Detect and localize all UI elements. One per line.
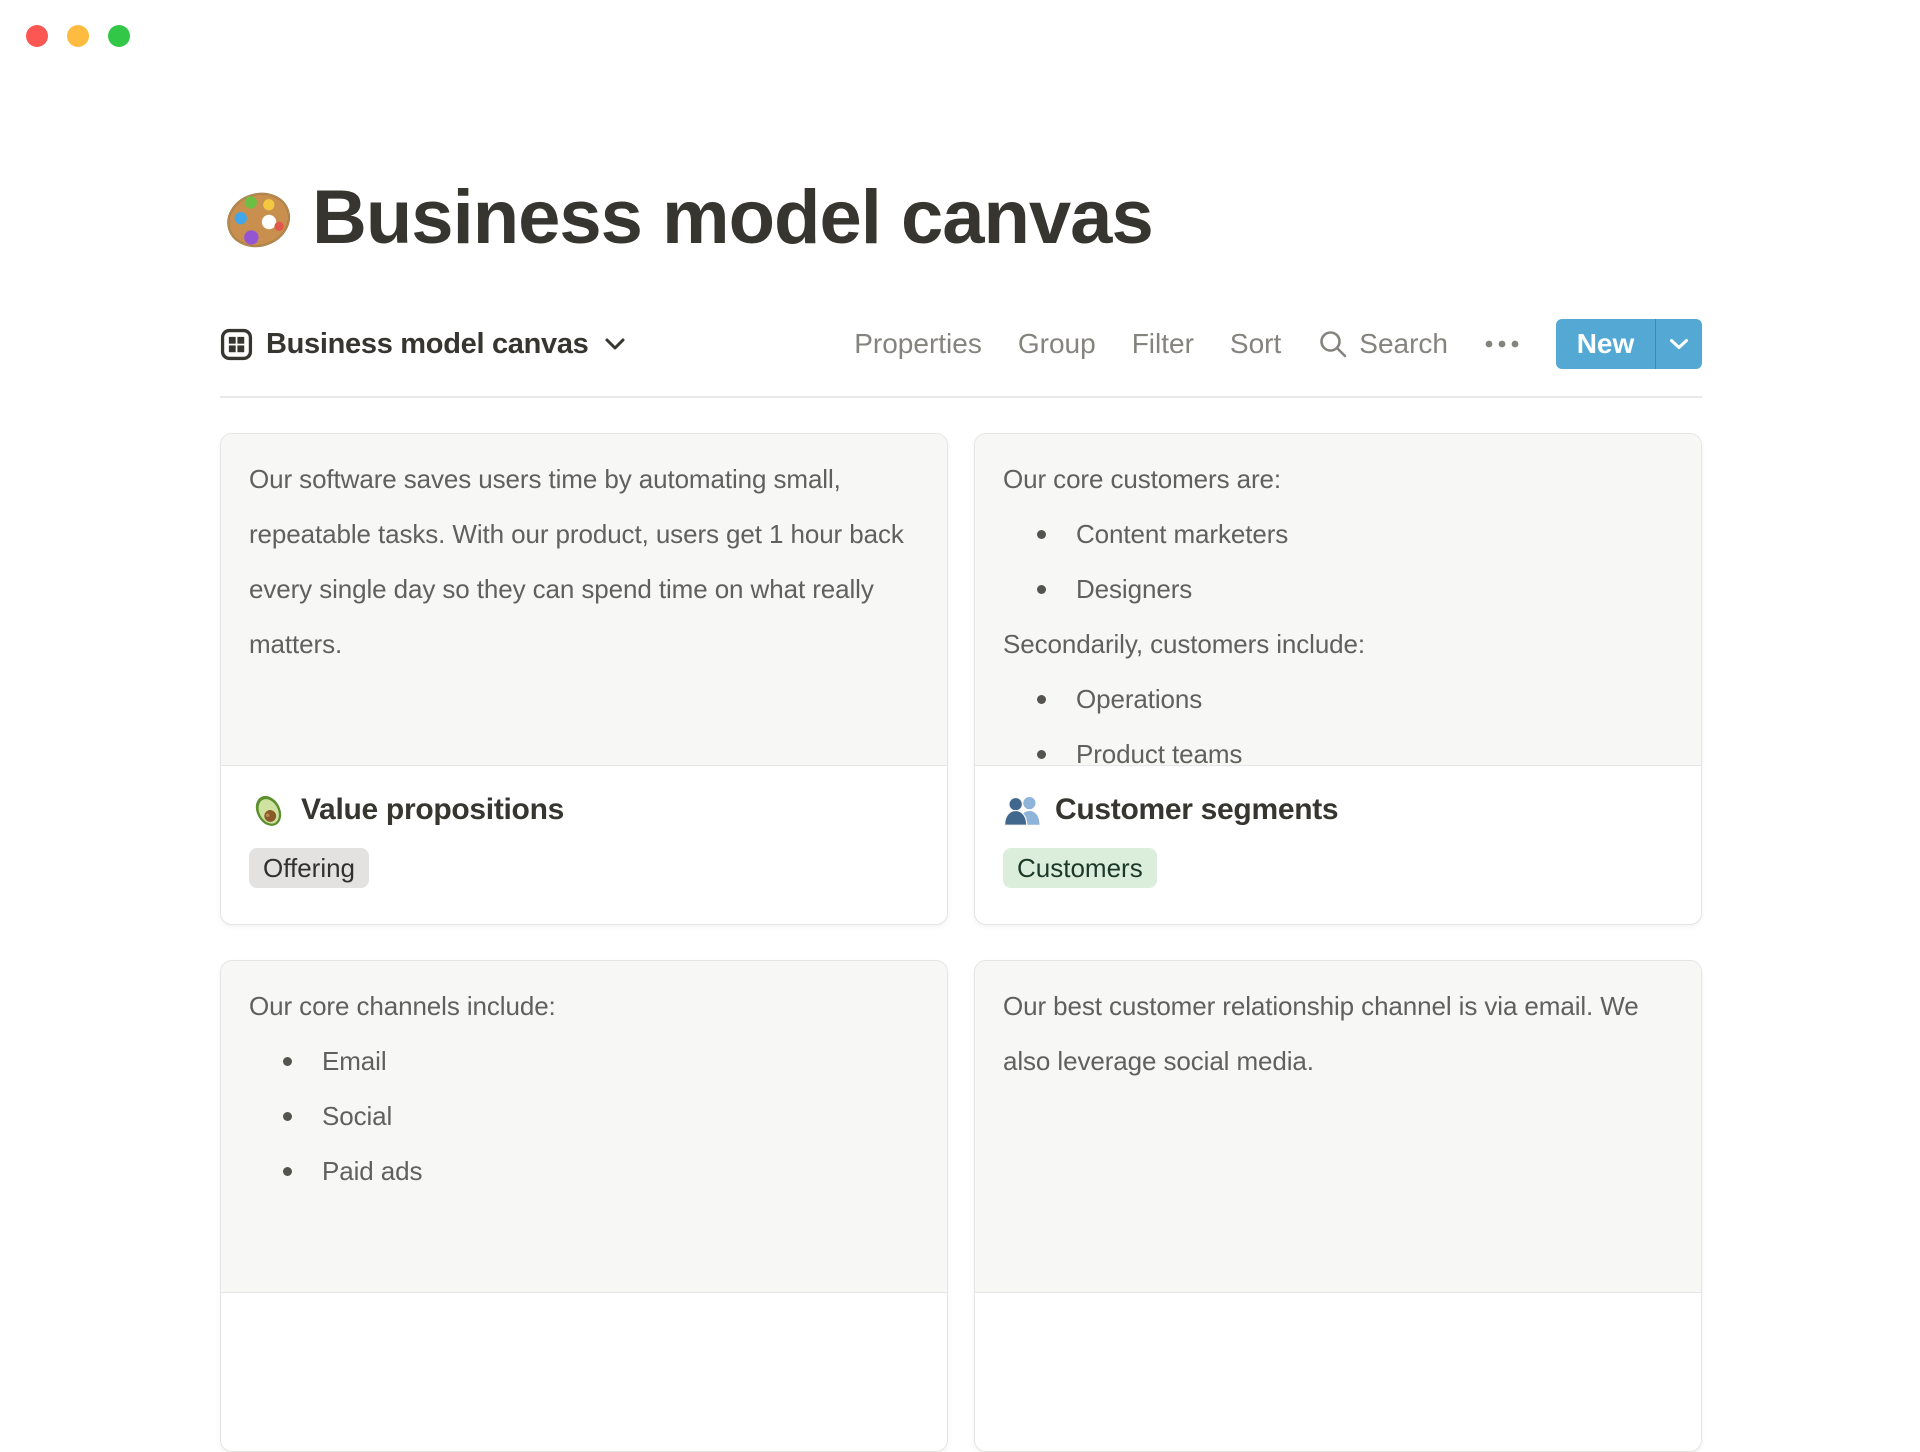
card-footer: Customer segments Customers: [975, 766, 1701, 912]
view-name: Business model canvas: [266, 327, 589, 360]
card-title: Customer segments: [1055, 793, 1339, 826]
card-customer-segments[interactable]: Our core customers are: Content marketer…: [974, 433, 1702, 925]
list-item: Designers: [1003, 568, 1673, 610]
gallery-view-icon: [220, 328, 253, 361]
bullet-dot: [1037, 750, 1046, 759]
card-customer-relationships[interactable]: Our best customer relationship channel i…: [974, 960, 1702, 1452]
page-title[interactable]: Business model canvas: [312, 170, 1154, 266]
search-label: Search: [1359, 328, 1448, 359]
card-preview-text: Our core channels include:: [249, 991, 556, 1021]
list-item: Social: [249, 1095, 919, 1137]
filter-button[interactable]: Filter: [1132, 328, 1194, 360]
card-preview-text: repeatable tasks. With our product, user…: [249, 519, 904, 549]
card-title-row: Value propositions: [249, 790, 919, 830]
view-toolbar: Business model canvas Properties Group F…: [220, 318, 1702, 370]
bullet-dot: [283, 1057, 292, 1066]
bullet-dot: [1037, 585, 1046, 594]
gallery-grid: Our software saves users time by automat…: [220, 433, 1702, 1452]
card-preview: Our core customers are: Content marketer…: [975, 434, 1701, 766]
chevron-down-icon: [1670, 339, 1688, 349]
list-item: Email: [249, 1040, 919, 1082]
list-item-text: Email: [322, 1046, 387, 1076]
card-channels[interactable]: Our core channels include: Email Social …: [220, 960, 948, 1452]
new-dropdown-button[interactable]: [1655, 319, 1702, 369]
card-preview-text: Our best customer relationship channel i…: [1003, 991, 1639, 1021]
card-preview-text: also leverage social media.: [1003, 1046, 1314, 1076]
more-options-button[interactable]: [1484, 339, 1520, 349]
properties-button[interactable]: Properties: [854, 328, 982, 360]
palette-icon[interactable]: [220, 180, 296, 256]
window-controls: [26, 25, 130, 47]
card-title-row: Customer segments: [1003, 790, 1673, 830]
new-button[interactable]: New: [1556, 319, 1655, 369]
bullet-dot: [1037, 530, 1046, 539]
ellipsis-icon: [1484, 339, 1520, 349]
card-preview: Our core channels include: Email Social …: [221, 961, 947, 1293]
list-item: Paid ads: [249, 1150, 919, 1192]
list-item-text: Product teams: [1076, 739, 1243, 766]
chevron-down-icon: [604, 337, 626, 351]
card-preview: Our best customer relationship channel i…: [975, 961, 1701, 1293]
minimize-button[interactable]: [67, 25, 89, 47]
bullet-dot: [1037, 695, 1046, 704]
card-preview-text: matters.: [249, 629, 343, 659]
card-footer: Value propositions Offering: [221, 766, 947, 912]
card-preview-text: every single day so they can spend time …: [249, 574, 874, 604]
list-item-text: Operations: [1076, 684, 1203, 714]
card-preview-text: Secondarily, customers include:: [1003, 629, 1366, 659]
search-icon: [1317, 328, 1349, 360]
list-item: Product teams: [1003, 733, 1673, 766]
zoom-button[interactable]: [108, 25, 130, 47]
busts-icon: [1003, 791, 1041, 829]
tag-badge: Customers: [1003, 848, 1157, 888]
list-item-text: Social: [322, 1101, 393, 1131]
close-button[interactable]: [26, 25, 48, 47]
list-item: Content marketers: [1003, 513, 1673, 555]
card-preview-text: Our core customers are:: [1003, 464, 1282, 494]
list-item: Operations: [1003, 678, 1673, 720]
new-button-group: New: [1556, 319, 1702, 369]
bullet-dot: [283, 1167, 292, 1176]
list-item-text: Paid ads: [322, 1156, 423, 1186]
list-item-text: Designers: [1076, 574, 1193, 604]
card-title: Value propositions: [301, 793, 564, 826]
search-button[interactable]: Search: [1317, 328, 1448, 360]
card-preview-text: Our software saves users time by automat…: [249, 464, 841, 494]
toolbar-actions: Properties Group Filter Sort Search New: [854, 319, 1702, 369]
sort-button[interactable]: Sort: [1230, 328, 1281, 360]
list-item-text: Content marketers: [1076, 519, 1289, 549]
bullet-dot: [283, 1112, 292, 1121]
view-selector[interactable]: Business model canvas: [220, 328, 626, 361]
page-header: Business model canvas: [220, 170, 1154, 266]
tag-badge: Offering: [249, 848, 370, 888]
card-value-propositions[interactable]: Our software saves users time by automat…: [220, 433, 948, 925]
group-button[interactable]: Group: [1018, 328, 1096, 360]
avocado-icon: [249, 791, 287, 829]
divider: [220, 396, 1702, 398]
card-preview: Our software saves users time by automat…: [221, 434, 947, 766]
